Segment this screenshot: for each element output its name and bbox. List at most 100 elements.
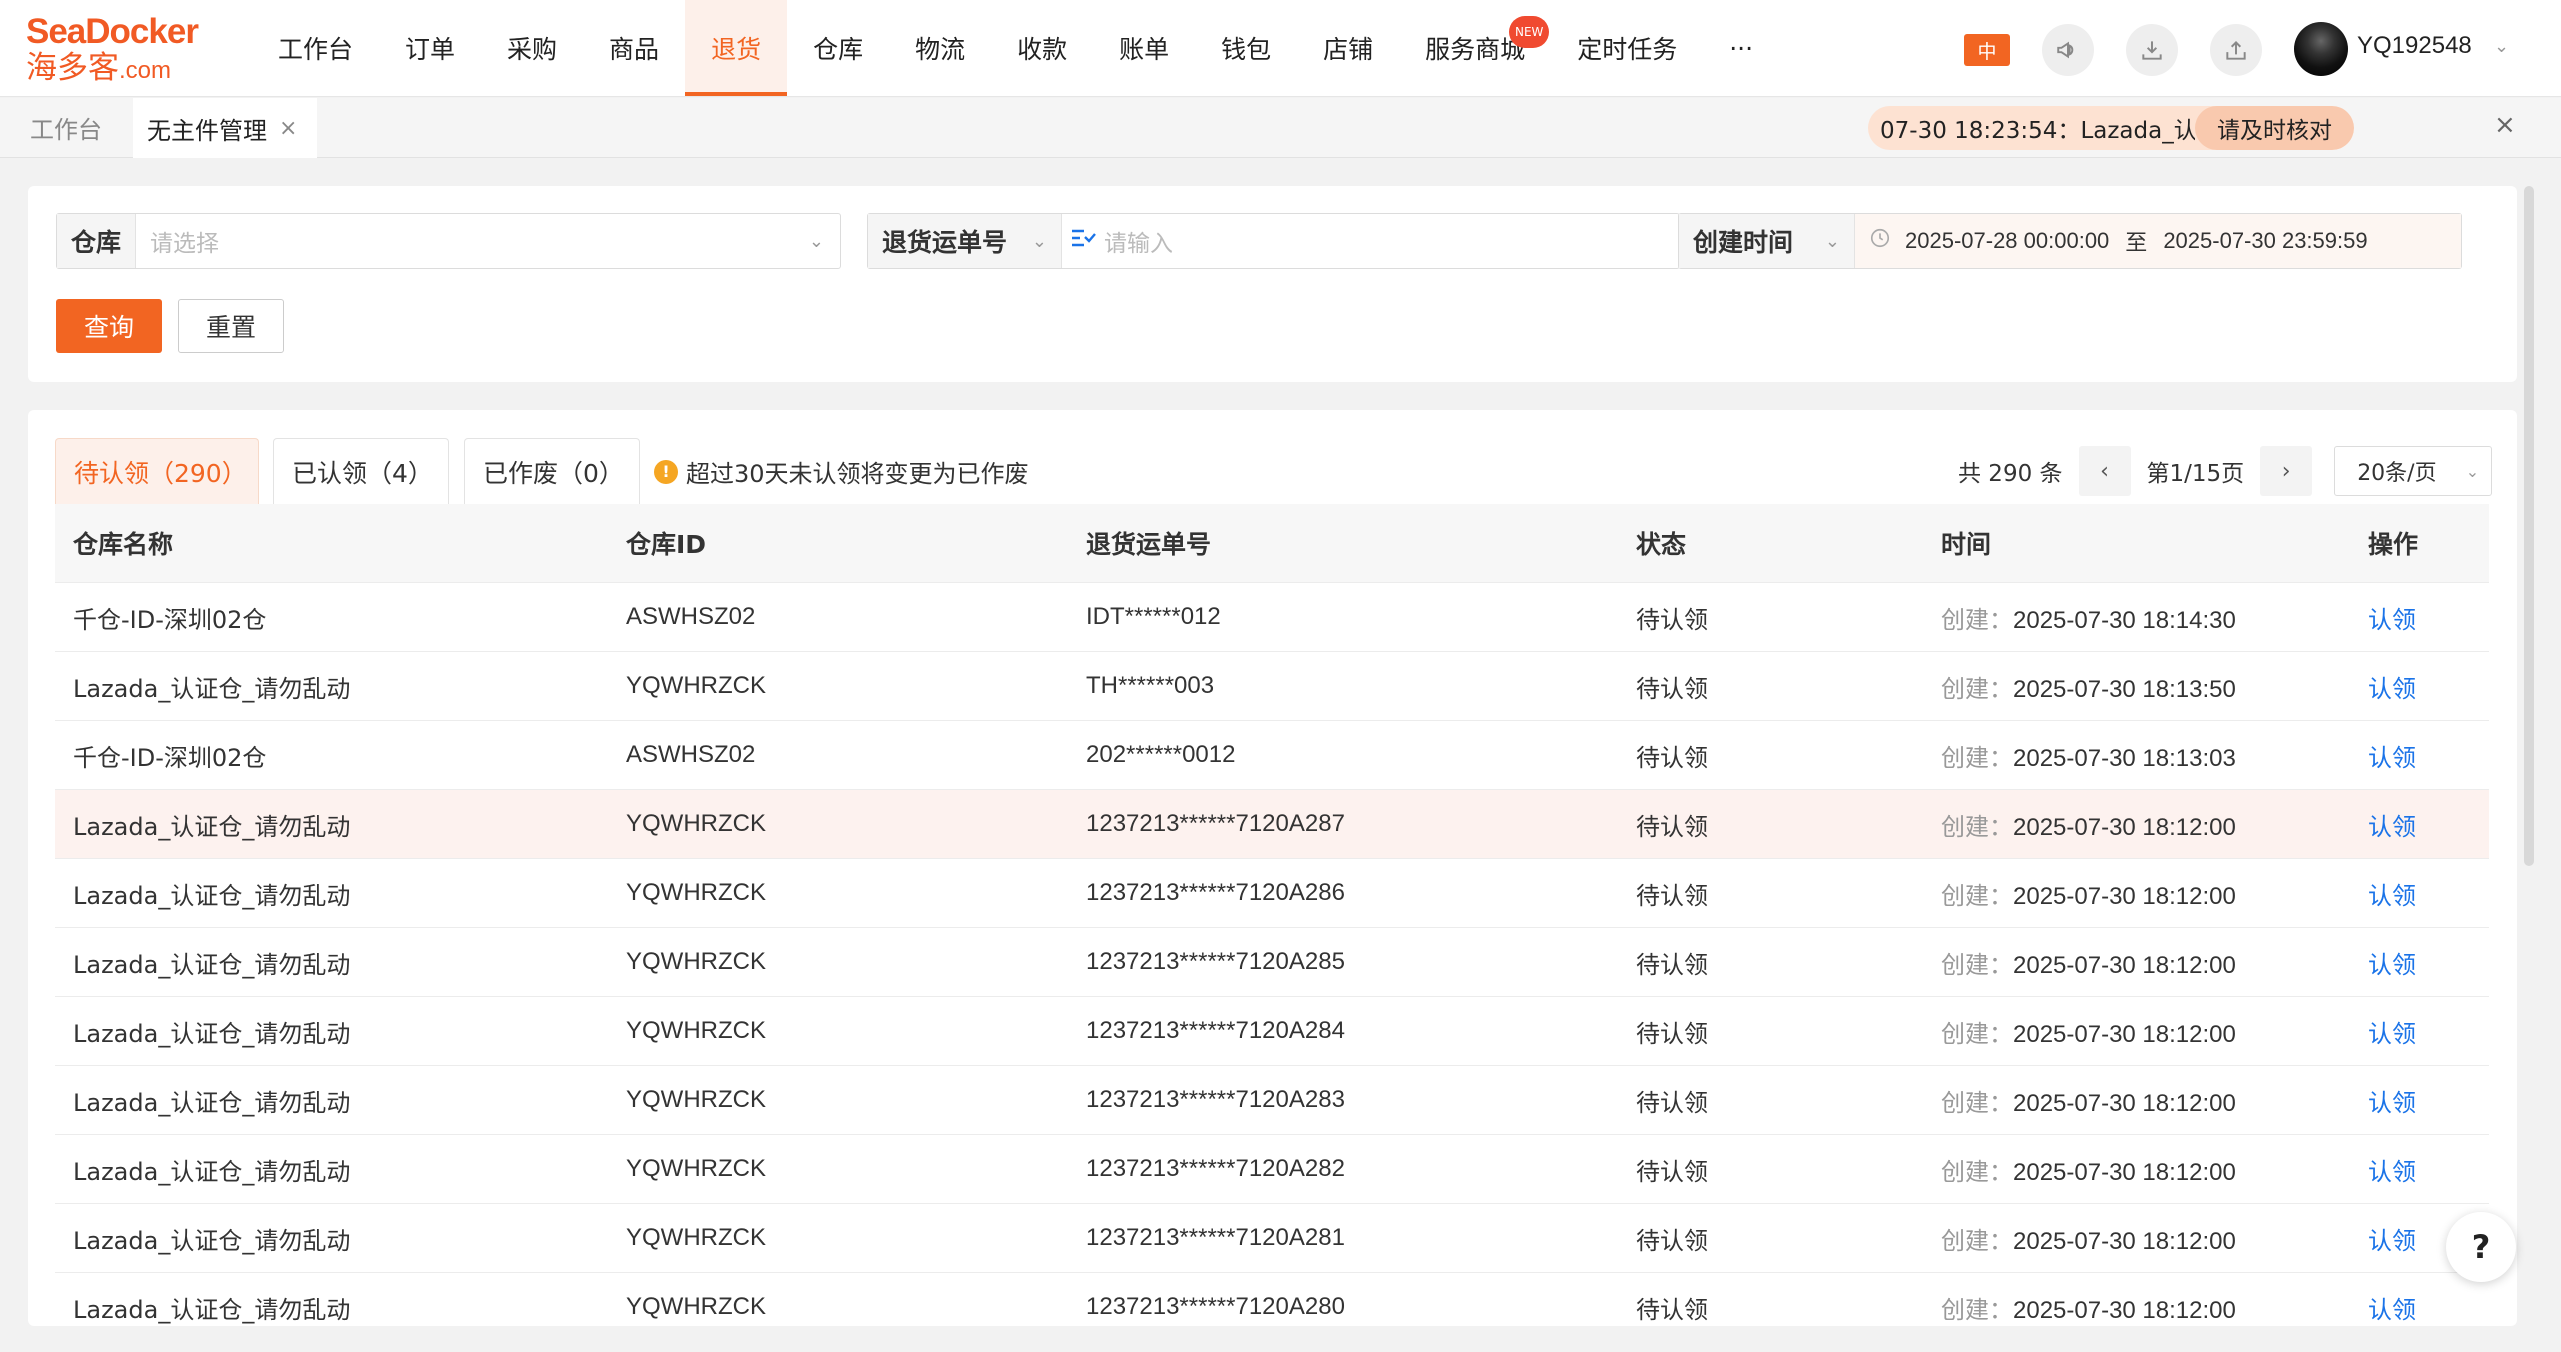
tab-voided[interactable]: 已作废（0） [464,438,640,504]
cell-warehouse-id: YQWHRZCK [626,1224,766,1251]
scrollbar[interactable] [2524,186,2534,866]
col-warehouse-name[interactable]: 仓库名称 [55,525,608,561]
claim-link[interactable]: 认领 [2368,1227,2416,1255]
claim-link[interactable]: 认领 [2368,675,2416,703]
current-page: 第1/15页 [2146,461,2245,487]
nav-item-stores[interactable]: 店铺 [1297,0,1399,96]
table-row-hovered[interactable]: Lazada_认证仓_请勿乱动 YQWHRZCK 1237213******71… [55,790,2489,859]
nav-item-warehouse[interactable]: 仓库 [787,0,889,96]
tracking-type-select[interactable]: 退货运单号 ⌄ [868,214,1062,268]
col-tracking-number[interactable]: 退货运单号 [1068,525,1618,561]
tracking-placeholder: 请输入 [1104,231,1173,257]
date-range-picker[interactable]: 2025-07-28 00:00:00 至 2025-07-30 23:59:5… [1855,214,2461,268]
time-value: 2025-07-30 18:12:00 [2013,813,2236,841]
cell-warehouse-id: YQWHRZCK [626,1017,766,1044]
tab-pending[interactable]: 待认领（290） [55,438,259,504]
cell-warehouse-name: Lazada_认证仓_请勿乱动 [73,812,351,841]
time-prefix: 创建： [1941,950,2013,979]
col-warehouse-id[interactable]: 仓库ID [608,525,1068,561]
top-navbar: SeaDocker 海多客.com 工作台 订单 采购 商品 退货 仓库 物流 … [0,0,2561,97]
claim-link[interactable]: 认领 [2368,1296,2416,1324]
page-tabs: 工作台 无主件管理 × 07-30 18:23:54：Lazada_认证仓_请勿… [0,98,2561,158]
help-button[interactable]: ? [2446,1212,2516,1282]
claim-link[interactable]: 认领 [2368,744,2416,772]
chevron-down-icon[interactable]: ⌄ [2494,36,2509,57]
nav-item-more[interactable]: ··· [1703,0,1779,96]
nav-item-bills[interactable]: 账单 [1093,0,1195,96]
batch-input-icon[interactable] [1062,226,1096,256]
tab-claimed[interactable]: 已认领（4） [273,438,449,504]
nav-item-scheduled-tasks[interactable]: 定时任务 [1551,0,1703,96]
claim-link[interactable]: 认领 [2368,882,2416,910]
nav-item-purchase[interactable]: 采购 [481,0,583,96]
notice-check-button[interactable]: 请及时核对 [2195,106,2354,150]
claim-link[interactable]: 认领 [2368,813,2416,841]
table-row[interactable]: Lazada_认证仓_请勿乱动 YQWHRZCK 1237213******71… [55,1273,2489,1326]
nav-item-wallet[interactable]: 钱包 [1195,0,1297,96]
time-value: 2025-07-30 18:13:03 [2013,744,2236,772]
notice-close-icon[interactable]: × [2494,110,2516,140]
claim-link[interactable]: 认领 [2368,1158,2416,1186]
nav-item-products[interactable]: 商品 [583,0,685,96]
prev-page-icon[interactable]: ‹ [2078,446,2131,496]
claim-link[interactable]: 认领 [2368,1089,2416,1117]
tab-unowned-packages[interactable]: 无主件管理 × [133,98,317,158]
reset-button[interactable]: 重置 [178,299,284,353]
query-button[interactable]: 查询 [56,299,162,353]
col-status[interactable]: 状态 [1618,525,1923,561]
time-prefix: 创建： [1941,605,2013,634]
megaphone-icon[interactable] [2042,24,2094,76]
table-row[interactable]: Lazada_认证仓_请勿乱动 YQWHRZCK 1237213******71… [55,928,2489,997]
upload-icon[interactable] [2210,24,2262,76]
close-icon[interactable]: × [279,116,297,141]
nav-item-service-mall[interactable]: 服务商城 NEW [1399,0,1551,96]
tracking-label: 退货运单号 [882,228,1008,257]
username[interactable]: YQ192548 [2357,32,2472,60]
table-row[interactable]: Lazada_认证仓_请勿乱动 YQWHRZCK 1237213******71… [55,1135,2489,1204]
table-row[interactable]: Lazada_认证仓_请勿乱动 YQWHRZCK 1237213******71… [55,1204,2489,1273]
cell-tracking: 1237213******7120A280 [1086,1293,1345,1320]
table-row[interactable]: 千仓-ID-深圳02仓 ASWHSZ02 202******0012 待认领 创… [55,721,2489,790]
col-time[interactable]: 时间 [1923,525,2350,561]
tab-workbench[interactable]: 工作台 [0,98,132,157]
nav-item-returns[interactable]: 退货 [685,0,788,96]
nav-item-orders[interactable]: 订单 [379,0,481,96]
date-start: 2025-07-28 00:00:00 [1905,228,2110,253]
next-page-icon[interactable]: › [2260,446,2313,496]
col-actions[interactable]: 操作 [2350,525,2489,561]
nav-item-logistics[interactable]: 物流 [889,0,991,96]
chevron-down-icon: ⌄ [1824,230,1840,252]
created-time-field[interactable]: 创建时间 ⌄ 2025-07-28 00:00:00 至 2025-07-30 … [1678,213,2462,269]
download-icon[interactable] [2126,24,2178,76]
nav-item-payments[interactable]: 收款 [991,0,1093,96]
cell-tracking: 1237213******7120A284 [1086,1017,1345,1044]
page-size-value: 20条/页 [2357,461,2437,486]
table-row[interactable]: Lazada_认证仓_请勿乱动 YQWHRZCK TH******003 待认领… [55,652,2489,721]
cell-time: 创建：2025-07-30 18:12:00 [1923,876,2350,911]
logo-cn: 海多客 [26,50,119,86]
table-row[interactable]: Lazada_认证仓_请勿乱动 YQWHRZCK 1237213******71… [55,859,2489,928]
page-size-select[interactable]: 20条/页 ⌄ [2334,446,2493,496]
logo[interactable]: SeaDocker 海多客.com [26,14,216,87]
avatar[interactable] [2294,22,2348,76]
time-value: 2025-07-30 18:12:00 [2013,882,2236,910]
claim-link[interactable]: 认领 [2368,951,2416,979]
total-count: 共 290 条 [1958,461,2063,487]
table-row[interactable]: Lazada_认证仓_请勿乱动 YQWHRZCK 1237213******71… [55,1066,2489,1135]
notice-bar[interactable]: 07-30 18:23:54：Lazada_认证仓_请勿乱 请及时核对 [1868,106,2354,150]
cell-time: 创建：2025-07-30 18:12:00 [1923,1152,2350,1187]
time-type-select[interactable]: 创建时间 ⌄ [1679,214,1855,268]
claim-link[interactable]: 认领 [2368,606,2416,634]
cell-tracking: 1237213******7120A287 [1086,810,1345,837]
language-toggle[interactable]: 中 [1964,34,2010,66]
table-row[interactable]: 千仓-ID-深圳02仓 ASWHSZ02 IDT******012 待认领 创建… [55,583,2489,652]
cell-time: 创建：2025-07-30 18:13:50 [1923,669,2350,704]
claim-link[interactable]: 认领 [2368,1020,2416,1048]
tracking-field[interactable]: 退货运单号 ⌄ 请输入 [867,213,1680,269]
pagination: 共 290 条 ‹ 第1/15页 › 20条/页 ⌄ [1958,446,2493,496]
warehouse-select[interactable]: 仓库 请选择 ⌄ [56,213,841,269]
nav-item-workbench[interactable]: 工作台 [252,0,379,96]
time-value: 2025-07-30 18:12:00 [2013,1089,2236,1117]
table-row[interactable]: Lazada_认证仓_请勿乱动 YQWHRZCK 1237213******71… [55,997,2489,1066]
cell-time: 创建：2025-07-30 18:13:03 [1923,738,2350,773]
